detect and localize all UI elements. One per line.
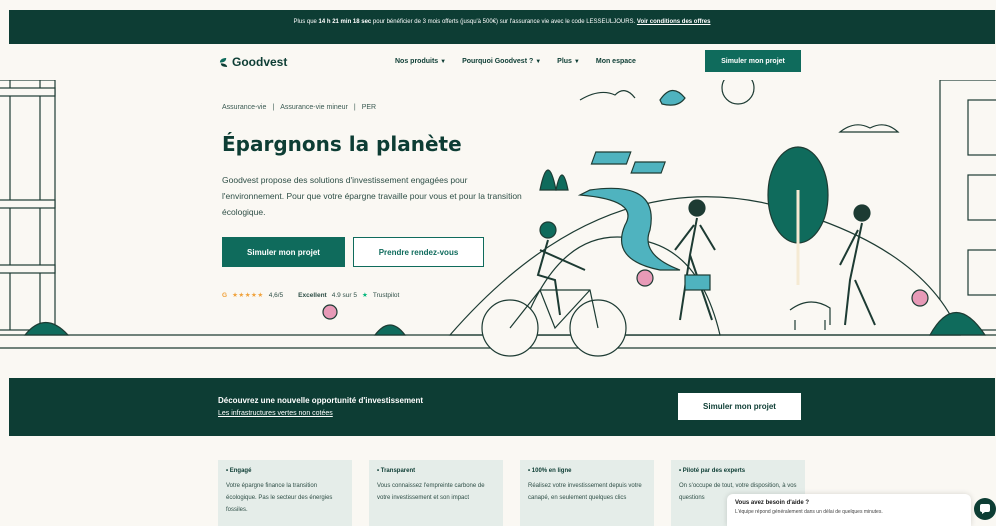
chat-title: Vous avez besoin d'aide ? <box>735 500 810 506</box>
chat-subtitle: L'équipe répond généralement dans un dél… <box>735 509 883 515</box>
book-appointment-button[interactable]: Prendre rendez-vous <box>353 237 484 267</box>
google-icon: G <box>222 291 228 299</box>
simulate-project-button[interactable]: Simuler mon projet <box>222 237 345 267</box>
trustpilot-label: Excellent <box>298 291 327 299</box>
breadcrumb-item[interactable]: Assurance-vie mineur <box>280 104 348 111</box>
nav-item-label: Nos produits <box>395 58 439 65</box>
rating-row: G ★★★★★ 4,6/5 Excellent 4.9 sur 5 ★ Trus… <box>222 291 400 300</box>
chevron-down-icon: ▼ <box>573 59 580 65</box>
feature-card: • 100% en ligne Réalisez votre investiss… <box>520 460 654 526</box>
goodvest-logo-icon <box>219 57 228 67</box>
promo-countdown: 14 h 21 min 18 sec <box>318 19 372 25</box>
tree <box>555 174 569 191</box>
nav-links: Nos produits ▼ Pourquoi Goodvest ? ▼ Plu… <box>395 58 636 65</box>
hero-illustration <box>0 80 996 357</box>
features-list: • Engagé Votre épargne finance la transi… <box>218 460 805 526</box>
tree <box>539 169 557 191</box>
cloud <box>579 90 636 101</box>
message-icon <box>980 504 990 514</box>
nav-item-plus[interactable]: Plus ▼ <box>557 58 580 65</box>
feature-title: • Piloté par des experts <box>679 468 746 474</box>
banner-simulate-button[interactable]: Simuler mon projet <box>678 393 801 420</box>
banner-title: Découvrez une nouvelle opportunité d'inv… <box>218 396 424 405</box>
promo-conditions-link[interactable]: Voir conditions des offres <box>637 19 711 25</box>
page-title: Épargnons la planète <box>222 132 462 156</box>
nav-simulate-button[interactable]: Simuler mon projet <box>705 50 801 72</box>
bird <box>659 89 686 106</box>
flower <box>322 304 338 320</box>
breadcrumb-separator: | <box>272 104 275 111</box>
logo[interactable]: Goodvest <box>219 55 287 69</box>
feature-card: • Transparent Vous connaissez l'empreint… <box>369 460 503 526</box>
main-nav: Goodvest Nos produits ▼ Pourquoi Goodves… <box>0 44 996 80</box>
building-left <box>0 80 56 331</box>
promo-text-after: pour bénéficier de 3 mois offerts (jusqu… <box>371 19 636 25</box>
banner-link[interactable]: Les infrastructures vertes non cotées <box>218 410 333 417</box>
promo-text-before: Plus que <box>293 19 319 25</box>
logo-text: Goodvest <box>232 55 288 69</box>
nav-item-label: Pourquoi Goodvest ? <box>462 58 534 65</box>
nav-item-label: Plus <box>557 58 572 65</box>
star-rating: ★★★★★ <box>232 292 264 299</box>
hero-description: Goodvest propose des solutions d'investi… <box>222 175 522 217</box>
solar-panel <box>590 151 632 165</box>
breadcrumb: Assurance-vie | Assurance-vie mineur | P… <box>222 104 376 111</box>
page: Plus que 14 h 21 min 18 sec pour bénéfic… <box>0 0 996 526</box>
investment-banner: Découvrez une nouvelle opportunité d'inv… <box>9 378 995 436</box>
trustpilot-score: 4.9 sur 5 <box>331 291 358 299</box>
promo-banner: Plus que 14 h 21 min 18 sec pour bénéfic… <box>9 10 995 44</box>
feature-title: • Transparent <box>377 468 416 474</box>
nav-item-mon-espace[interactable]: Mon espace <box>596 58 636 65</box>
feature-title: • 100% en ligne <box>528 468 572 474</box>
breadcrumb-item[interactable]: PER <box>362 104 376 111</box>
building-right <box>939 80 996 331</box>
flower <box>911 289 929 307</box>
trustpilot-brand: Trustpilot <box>372 291 400 299</box>
feature-card: • Engagé Votre épargne finance la transi… <box>218 460 352 526</box>
chevron-down-icon: ▼ <box>535 59 542 65</box>
chat-popup[interactable]: Vous avez besoin d'aide ? L'équipe répon… <box>727 494 971 526</box>
solar-panel <box>630 161 666 174</box>
breadcrumb-item[interactable]: Assurance-vie <box>222 104 266 111</box>
feature-text: Votre épargne finance la transition écol… <box>226 483 333 513</box>
chevron-down-icon: ▼ <box>440 59 447 65</box>
feature-title: • Engagé <box>226 468 252 474</box>
flower <box>636 269 654 287</box>
feature-text: Réalisez votre investissement depuis vot… <box>528 483 642 501</box>
trustpilot-star-icon: ★ <box>362 292 368 299</box>
sun <box>721 80 755 105</box>
chat-bubble-icon[interactable] <box>974 498 996 520</box>
breadcrumb-separator: | <box>353 104 356 111</box>
nav-item-nos-produits[interactable]: Nos produits ▼ <box>395 58 446 65</box>
feature-text: Vous connaissez l'empreinte carbone de v… <box>377 483 485 501</box>
nav-item-pourquoi-goodvest[interactable]: Pourquoi Goodvest ? ▼ <box>462 58 541 65</box>
rating-score: 4,6/5 <box>268 291 284 299</box>
bush <box>373 324 407 336</box>
cloud <box>838 124 900 133</box>
